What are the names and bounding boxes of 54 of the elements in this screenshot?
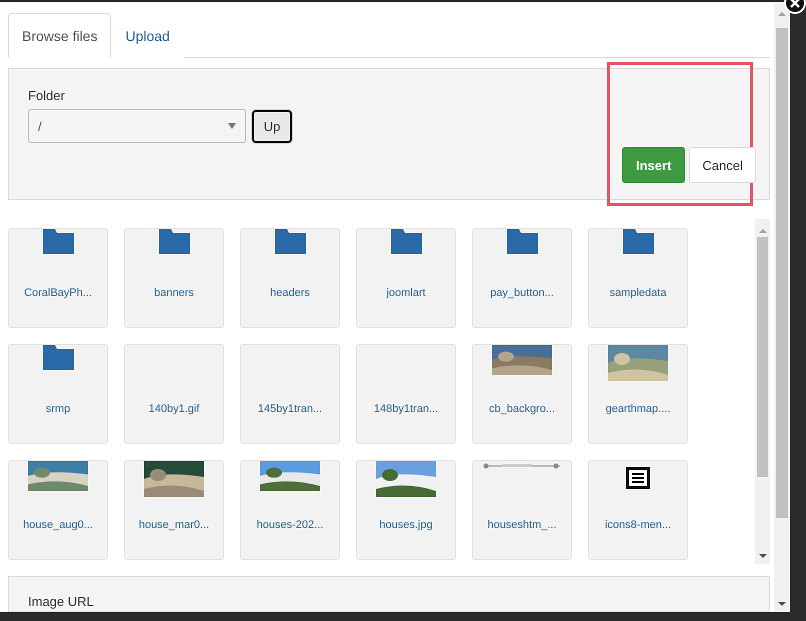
file-tile[interactable]: icons8-men... (588, 460, 688, 560)
file-tile[interactable]: 148by1tran... (356, 344, 456, 444)
file-tile[interactable]: houseshtm_... (472, 460, 572, 560)
file-tile[interactable]: house_aug0... (8, 460, 108, 560)
file-tile[interactable]: pay_button... (472, 228, 572, 328)
file-name: 140by1.gif (148, 402, 200, 415)
folder-icon (158, 228, 190, 254)
file-name: headers (270, 286, 310, 299)
file-name: srmp (46, 402, 70, 415)
file-tile[interactable]: headers (240, 228, 340, 328)
scrollbar[interactable] (755, 218, 770, 564)
file-name: cb_backgro... (488, 402, 556, 415)
file-tile[interactable]: houses.jpg (356, 460, 456, 560)
file-tile[interactable]: gearthmap.... (588, 344, 688, 444)
file-name: sampledata (610, 286, 666, 299)
file-tile[interactable]: banners (124, 228, 224, 328)
file-name: houses.jpg (379, 518, 433, 531)
folder-select[interactable]: / (28, 109, 246, 143)
file-tile[interactable]: house_mar0... (124, 460, 224, 560)
file-name: house_mar0... (138, 518, 210, 531)
file-tile[interactable]: 145by1tran... (240, 344, 340, 444)
file-tile[interactable]: 140by1.gif (124, 344, 224, 444)
folder-label: Folder (28, 88, 66, 103)
folder-icon (42, 228, 74, 254)
file-tile[interactable]: cb_backgro... (472, 344, 572, 444)
file-tile[interactable]: joomlart (356, 228, 456, 328)
file-name: houses-202... (256, 518, 324, 531)
up-button[interactable]: Up (252, 110, 292, 142)
folder-icon (274, 228, 306, 254)
folder-icon (506, 228, 538, 254)
document-lines-icon (626, 466, 650, 489)
file-name: house_aug0... (23, 518, 93, 531)
caret-icon (228, 123, 236, 129)
insert-button[interactable]: Insert (622, 147, 686, 183)
file-name: banners (154, 286, 194, 299)
file-name: gearthmap.... (606, 402, 670, 415)
tab[interactable]: Browse files (8, 13, 112, 58)
cancel-button[interactable]: Cancel (689, 147, 756, 183)
image-url-label: Image URL (28, 594, 94, 609)
file-tile[interactable]: CoralBayPh... (8, 228, 108, 328)
file-name: CoralBayPh... (24, 286, 92, 299)
file-name: icons8-men... (604, 518, 672, 531)
folder-icon (622, 228, 654, 254)
folder-icon (42, 344, 74, 370)
folder-icon (390, 228, 422, 254)
file-tile[interactable]: sampledata (588, 228, 688, 328)
file-name: 148by1tran... (374, 402, 438, 415)
scrollbar[interactable] (774, 2, 790, 612)
file-name: 145by1tran... (258, 402, 322, 415)
file-name: joomlart (386, 286, 426, 299)
file-tile[interactable]: houses-202... (240, 460, 340, 560)
file-name: houseshtm_... (487, 518, 557, 531)
file-tile[interactable]: srmp (8, 344, 108, 444)
file-name: pay_button... (490, 286, 554, 299)
